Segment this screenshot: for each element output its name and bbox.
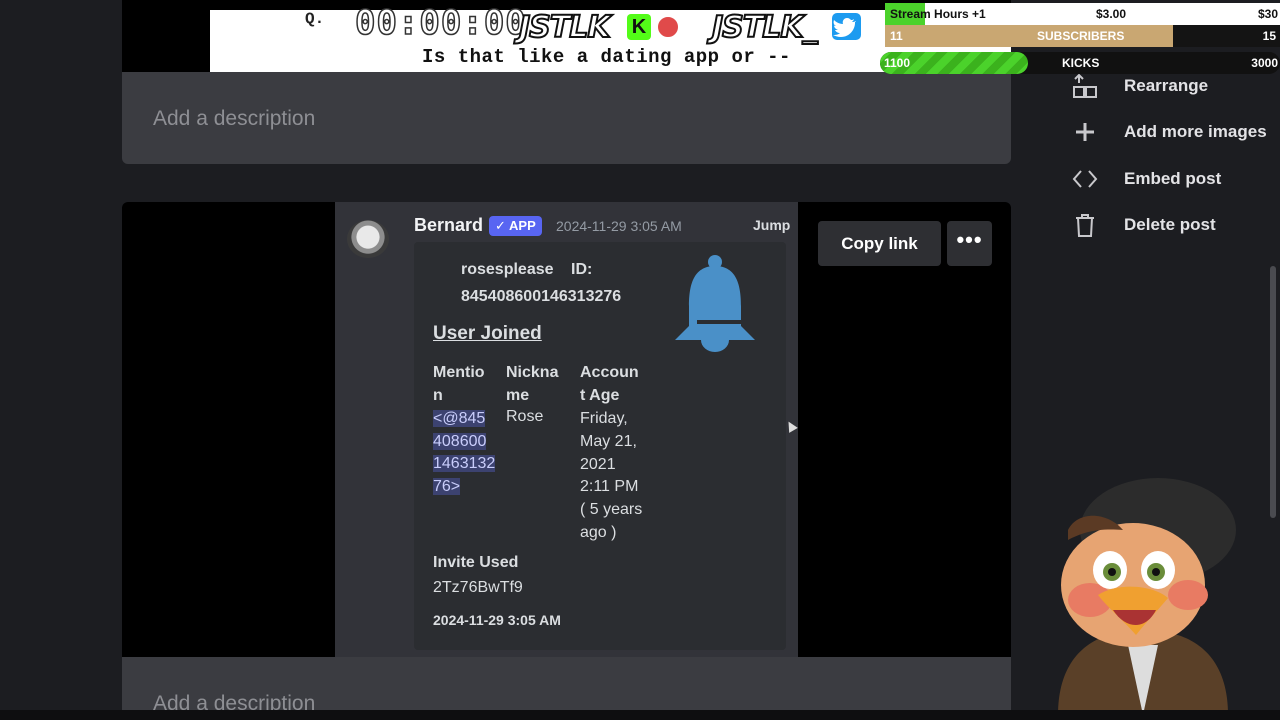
trash-icon <box>1076 214 1094 237</box>
mention-line: 1463132 <box>433 455 496 472</box>
sidebar-item-label: Delete post <box>1124 215 1216 234</box>
discord-message: Bernard ✓ APP 2024-11-29 3:05 AM Jump ro… <box>335 202 798 657</box>
field-nickname-header: Nickna me <box>506 361 558 407</box>
avatar <box>347 220 389 258</box>
bot-name: Bernard <box>414 215 484 235</box>
post-image-card: Bernard ✓ APP 2024-11-29 3:05 AM Jump ro… <box>122 202 1011 657</box>
field-mention-header-line: Mentio <box>433 364 485 381</box>
embed-id-value: 845408600146313276 <box>461 288 622 305</box>
subscribers-label: SUBSCRIBERS <box>1037 29 1125 43</box>
code-icon <box>1072 170 1098 188</box>
account-age-line: ago ) <box>580 523 617 541</box>
account-age-line: 2021 <box>580 455 616 473</box>
embed: rosesplease ID: 845408600146313276 User … <box>414 242 786 650</box>
invite-label: Invite Used <box>433 554 519 571</box>
goal-target: $30 <box>1257 7 1278 21</box>
bell-icon <box>675 255 755 352</box>
field-account-age-header-line: t Age <box>580 387 620 404</box>
field-mention-header: Mentio n <box>433 361 485 407</box>
record-icon <box>655 14 681 40</box>
field-account-age-header-line: Accoun <box>580 364 639 381</box>
account-age-line: May 21, <box>580 432 637 450</box>
field-mention-header-line: n <box>433 387 443 404</box>
copy-link-button[interactable]: Copy link <box>818 221 941 266</box>
brand-logo: JSTLK_ <box>711 9 819 46</box>
twitter-icon <box>832 13 861 40</box>
kicks-target: 3000 <box>1251 56 1278 70</box>
app-badge: ✓ APP <box>489 216 542 236</box>
goal-bar: Stream Hours +1 $3.00 $30 <box>885 3 1280 25</box>
subscribers-target: 15 <box>1262 29 1276 43</box>
rearrange-icon <box>1073 73 1097 98</box>
kicks-label: KICKS <box>1062 56 1100 70</box>
kicks-bar: 1100 KICKS 3000 <box>880 52 1280 74</box>
subscribers-current: 11 <box>890 29 903 43</box>
sidebar-item-label: Add more images <box>1124 122 1267 141</box>
embed-title[interactable]: User Joined <box>433 323 542 345</box>
caption-line: Is that like a dating app or -- <box>422 46 791 68</box>
embed-id-label: ID: <box>571 261 593 278</box>
embed-footer-time: 2024-11-29 3:05 AM <box>433 612 561 628</box>
account-age-line: Friday, <box>580 410 628 427</box>
stream-timer: 00:00:00 <box>354 2 527 44</box>
description-input[interactable]: Add a description <box>122 72 1011 164</box>
subscribers-bar: 11 SUBSCRIBERS 15 <box>885 25 1280 47</box>
sidebar-item-label: Embed post <box>1124 169 1222 188</box>
field-account-age-header: Accoun t Age <box>580 361 639 407</box>
message-timestamp: 2024-11-29 3:05 AM <box>556 218 682 234</box>
nickname-value: Rose <box>506 408 544 425</box>
mascot-avatar <box>1058 478 1236 715</box>
account-age-value: Friday, May 21, 2021 2:11 PM ( 5 years a… <box>580 408 642 545</box>
mention-line: <@845 <box>433 410 486 427</box>
account-age-line: 2:11 PM <box>580 478 639 496</box>
mention-line: 76> <box>433 477 461 495</box>
scrollbar[interactable] <box>1270 266 1276 518</box>
kicks-current: 1100 <box>884 56 911 70</box>
goal-amount: $3.00 <box>1096 7 1127 21</box>
more-options-button[interactable]: ••• <box>947 221 992 266</box>
plus-icon <box>1076 123 1094 141</box>
mention-line: 408600 <box>433 432 487 450</box>
jump-link[interactable]: Jump <box>753 217 790 233</box>
sidebar-item-label: Rearrange <box>1124 76 1209 95</box>
account-age-line: ( 5 years <box>580 501 643 519</box>
subscribers-bar-fill <box>885 25 1174 47</box>
mention-value[interactable]: <@845 408600 1463132 76> <box>433 408 496 498</box>
field-nickname-header-line: Nickna <box>506 364 559 381</box>
invite-value: 2Tz76BwTf9 <box>433 579 523 596</box>
brand-logo: JSTLK <box>518 9 612 46</box>
goal-label: Stream Hours +1 <box>890 7 986 21</box>
kick-icon: K <box>627 14 651 40</box>
embed-author: rosesplease <box>461 261 554 278</box>
field-nickname-header-line: me <box>506 387 530 404</box>
bottom-strip <box>0 710 1280 720</box>
caption-q: Q. <box>305 10 325 28</box>
